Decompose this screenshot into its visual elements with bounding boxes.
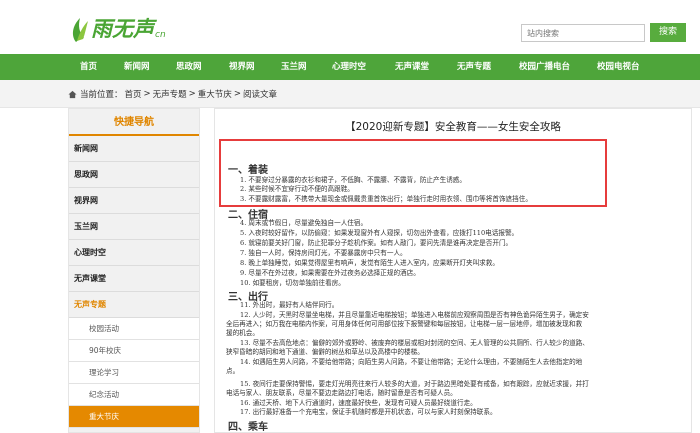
nav-item-radio[interactable]: 校园广播电台 (519, 54, 570, 80)
nav-item-ideology[interactable]: 思政网 (176, 54, 202, 80)
sidebar-title: 快捷导航 (69, 109, 199, 136)
nav-item-home[interactable]: 首页 (80, 54, 97, 80)
sidebar-subitem-theory[interactable]: 理论学习 (69, 362, 199, 384)
nav-item-psychology[interactable]: 心理时空 (332, 54, 366, 80)
home-icon (68, 90, 77, 98)
nav-item-news[interactable]: 新闻网 (124, 54, 150, 80)
leaf-logo-icon (72, 18, 88, 42)
breadcrumb-separator: > (233, 89, 241, 99)
article-line: 17. 出行最好准备一个充电宝，保证手机随时都是开机状态，可以与家人时刻保持联系… (240, 408, 497, 416)
article-line: 7. 独自一人时，保持房间灯光，不要暴露房中只有一人。 (240, 249, 407, 257)
sidebar-item-yulan[interactable]: 玉兰网 (69, 214, 199, 240)
sidebar-subitem-anniversary[interactable]: 90年校庆 (69, 340, 199, 362)
sidebar-item-news[interactable]: 新闻网 (69, 136, 199, 162)
breadcrumb: 当前位置： 首页 > 无声专题 > 重大节庆 > 阅读文章 (68, 88, 279, 100)
article-line: 援的机会。 (226, 329, 259, 337)
sidebar-subitem-memorial[interactable]: 纪念活动 (69, 384, 199, 406)
breadcrumb-separator: > (143, 89, 151, 99)
breadcrumb-current: 阅读文章 (242, 90, 277, 100)
quick-nav-sidebar: 快捷导航 新闻网 思政网 视界网 玉兰网 心理时空 无声课堂 无声专题 校园活动… (68, 108, 200, 433)
breadcrumb-festivals[interactable]: 重大节庆 (198, 88, 232, 100)
article-line: 16. 通过天桥、地下人行通道时，速度最好快些，发现有可疑人员最好绕道行走。 (240, 399, 477, 407)
sidebar-item-ideology[interactable]: 思政网 (69, 162, 199, 188)
article-line: 15. 夜间行走要保持警惕，要走灯光明亮往来行人较多的大道，对于路边黑暗处要有戒… (240, 380, 589, 388)
nav-item-classroom[interactable]: 无声课堂 (395, 54, 429, 80)
article-line: 9. 尽量不在外过夜，如果需要在外过夜务必选择正规的酒店。 (240, 269, 420, 277)
article-line: 4. 周末或节假日，尽量避免独自一人住宿。 (240, 219, 368, 227)
sidebar-subitem-campus[interactable]: 校园活动 (69, 318, 199, 340)
nav-item-vision[interactable]: 视界网 (229, 54, 255, 80)
search-input[interactable] (521, 24, 645, 42)
nav-item-topics[interactable]: 无声专题 (457, 54, 491, 80)
main-nav: 首页 新闻网 思政网 视界网 玉兰网 心理时空 无声课堂 无声专题 校园广播电台… (0, 54, 700, 80)
section-heading: 四、乘车 (228, 422, 268, 433)
highlight-box (219, 139, 607, 207)
article-line: 13. 尽量不去高危地点：偏僻的郊外或野岭、被废弃的楼层或相对封闭的空间、无人管… (240, 339, 589, 347)
search-button[interactable]: 搜索 (650, 23, 686, 42)
logo-text: 雨无声 (91, 17, 154, 41)
article-line: 14. 如遇陌生男人问路，不要给他带路；向陌生男人问路，不要让他带路；无论什么理… (240, 358, 583, 366)
article-line: 点。 (226, 367, 240, 375)
breadcrumb-separator: > (188, 89, 196, 99)
article-line: 5. 入夜时较好留作，以防偷窥：如果发现窗外有人窥探，切勿出外查看，应拨打110… (240, 229, 519, 237)
nav-item-yulan[interactable]: 玉兰网 (281, 54, 307, 80)
article-line: 12. 人少时，天黑时尽量坐电梯，并且尽量靠近电梯按钮；单独进入电梯前应观察周围… (240, 311, 589, 319)
breadcrumb-home[interactable]: 首页 (125, 88, 142, 100)
article-line: 电话与家人、朋友联系，尽量不要边走路边打电话，随时留意是否有可疑人员。 (226, 389, 457, 397)
logo-suffix: cn (155, 30, 166, 40)
site-header: 雨无声 cn 搜索 (0, 0, 700, 54)
article-line: 狭窄昏暗的胡同和地下通道、偏僻的树丛和草丛以及高楼中的楼梯。 (226, 348, 424, 356)
article-line: 11. 外出时，最好有人结伴同行。 (240, 301, 339, 309)
breadcrumb-topics[interactable]: 无声专题 (153, 88, 187, 100)
article-line: 10. 如要租房，切勿单独前往看房。 (240, 279, 345, 287)
article-line: 全后再进入；如万我在电梯内作案，可用身体任何可用部位按下报警键和每层按钮，让电梯… (226, 320, 583, 328)
sidebar-subitem-festivals[interactable]: 重大节庆 (69, 406, 199, 428)
article-line: 6. 就寝前要关好门窗，防止犯罪分子趁机作案。如有人敲门，要问先清是谁再决定是否… (240, 239, 513, 247)
sidebar-item-classroom[interactable]: 无声课堂 (69, 266, 199, 292)
nav-item-tv[interactable]: 校园电视台 (597, 54, 640, 80)
breadcrumb-prefix: 当前位置： (80, 90, 123, 100)
sidebar-item-vision[interactable]: 视界网 (69, 188, 199, 214)
article-line: 8. 晚上单独睡觉，如果觉得屋里有响声，发觉有陌生人进入室内，应果断开灯夹叫求救… (240, 259, 499, 267)
sidebar-item-psychology[interactable]: 心理时空 (69, 240, 199, 266)
sidebar-item-topics[interactable]: 无声专题 (69, 292, 199, 318)
site-logo[interactable]: 雨无声 cn (70, 12, 166, 44)
article-title: 【2020迎新专题】安全教育——女生安全攻略 (345, 121, 561, 133)
